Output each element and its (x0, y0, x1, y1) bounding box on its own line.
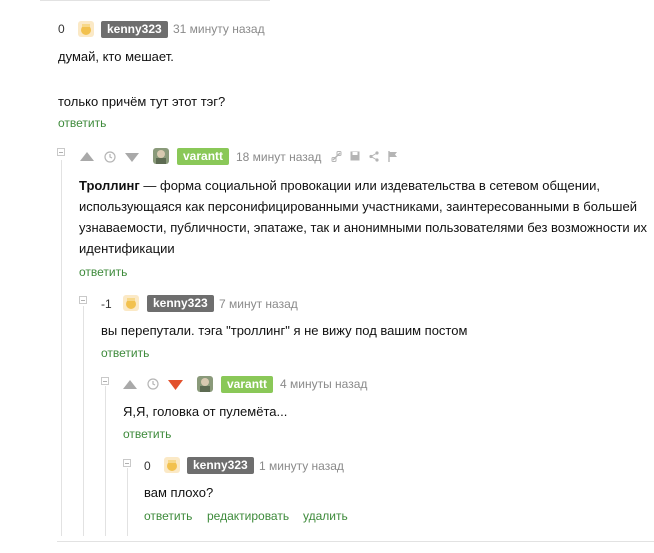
downvote-icon[interactable] (125, 153, 139, 162)
comment-time: 1 минуту назад (259, 459, 344, 473)
share-icon[interactable] (369, 151, 379, 162)
thread-line-3 (105, 386, 106, 536)
avatar[interactable] (164, 457, 180, 473)
definition-text: — форма социальной провокации или издева… (139, 178, 601, 193)
bottom-divider (57, 541, 654, 542)
thread-line-2 (83, 306, 84, 536)
comment-score: 0 (58, 22, 65, 36)
comment-score: -1 (101, 297, 112, 311)
avatar[interactable] (123, 295, 139, 311)
reply-link[interactable]: ответить (79, 265, 127, 279)
top-divider (40, 0, 270, 1)
flag-icon[interactable] (388, 151, 398, 162)
reply-link[interactable]: ответить (101, 346, 149, 360)
link-icon[interactable] (331, 151, 342, 162)
username-badge[interactable]: kenny323 (187, 457, 254, 474)
username-badge[interactable]: varantt (177, 148, 230, 165)
collapse-toggle[interactable] (79, 296, 87, 304)
comment-text-line: Троллинг — форма социальной провокации и… (79, 178, 600, 193)
comment-text-line: только причём тут этот тэг? (58, 94, 226, 109)
reply-link[interactable]: ответить (144, 509, 192, 523)
comment-text-line: использующаяся как персонифицированными … (79, 199, 637, 214)
save-icon[interactable] (350, 151, 360, 161)
thread-line-1 (61, 160, 62, 536)
upvote-icon[interactable] (123, 380, 137, 389)
username-badge[interactable]: varantt (221, 376, 274, 393)
avatar[interactable] (153, 148, 169, 164)
clock-icon (147, 378, 159, 390)
comment-text-line: думай, кто мешает. (58, 49, 174, 64)
clock-icon (104, 151, 116, 163)
collapse-toggle[interactable] (57, 148, 65, 156)
edit-link[interactable]: редактировать (207, 509, 289, 523)
comment-time: 7 минут назад (219, 297, 298, 311)
comment-text-line: узнаваемости, публичности, эпатаже, так … (79, 220, 648, 235)
reply-link[interactable]: ответить (123, 427, 171, 441)
upvote-icon[interactable] (80, 152, 94, 161)
comment-time: 18 минут назад (236, 150, 322, 164)
term-bold: Троллинг (79, 178, 140, 193)
comment-score: 0 (144, 459, 151, 473)
comment-text-line: идентификации (79, 241, 175, 256)
collapse-toggle[interactable] (123, 459, 131, 467)
delete-link[interactable]: удалить (303, 509, 348, 523)
reply-link[interactable]: ответить (58, 116, 106, 130)
username-badge[interactable]: kenny323 (147, 295, 214, 312)
username-badge[interactable]: kenny323 (101, 21, 168, 38)
comment-text-line: вы перепутали. тэга "троллинг" я не вижу… (101, 323, 468, 338)
collapse-toggle[interactable] (101, 377, 109, 385)
avatar[interactable] (78, 21, 94, 37)
comment-time: 4 минуты назад (280, 377, 368, 391)
downvote-icon-active[interactable] (168, 380, 183, 390)
comment-time: 31 минуту назад (173, 22, 265, 36)
thread-line-4 (127, 468, 128, 536)
comment-text-line: вам плохо? (144, 485, 214, 500)
avatar[interactable] (197, 376, 213, 392)
comment-text-line: Я,Я, головка от пулемёта... (123, 404, 288, 419)
